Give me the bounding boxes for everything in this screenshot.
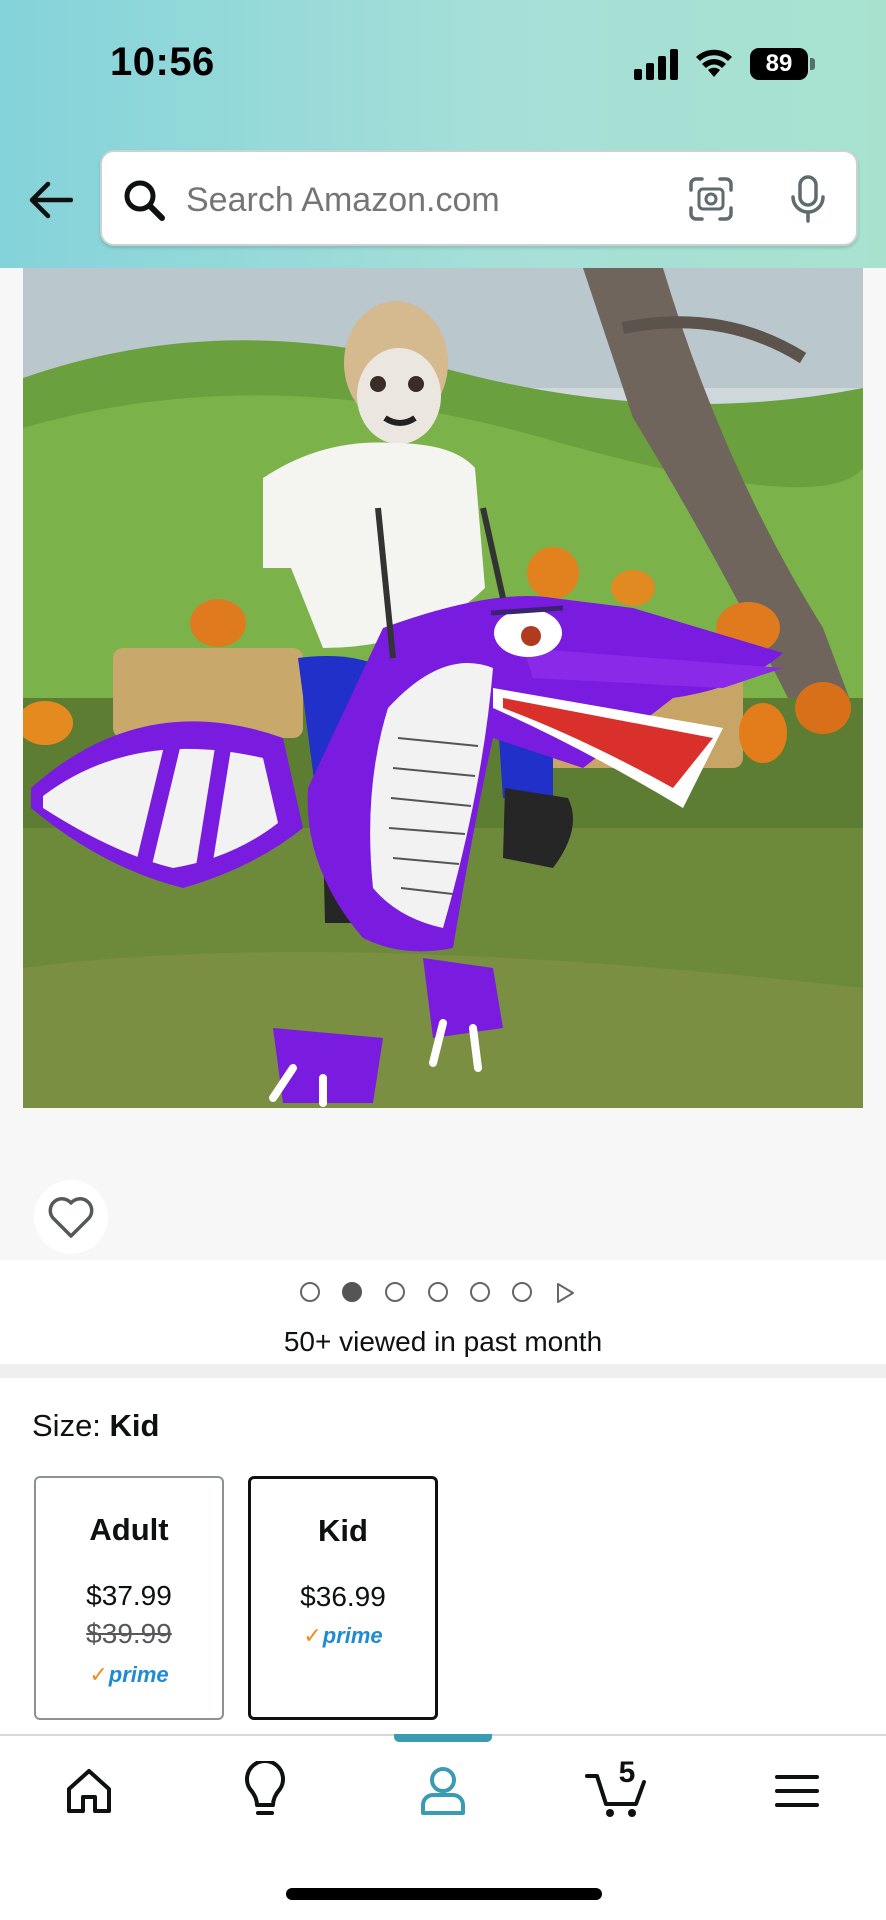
pagination-dot[interactable] bbox=[385, 1282, 405, 1302]
prime-badge: ✓prime bbox=[36, 1662, 222, 1688]
size-option-list-price: $39.99 bbox=[86, 1618, 172, 1649]
pagination-dot[interactable] bbox=[428, 1282, 448, 1302]
size-option-adult[interactable]: Adult $37.99 $39.99 ✓prime bbox=[34, 1476, 224, 1720]
section-divider bbox=[0, 1364, 886, 1378]
status-time: 10:56 bbox=[110, 40, 215, 84]
search-input[interactable] bbox=[186, 178, 656, 222]
wifi-icon bbox=[696, 49, 732, 77]
hamburger-menu-icon bbox=[775, 1775, 819, 1807]
search-box[interactable] bbox=[100, 150, 858, 246]
size-option-kid[interactable]: Kid $36.99 ✓prime bbox=[248, 1476, 438, 1720]
size-selector-label: Size: Kid bbox=[32, 1408, 159, 1444]
heart-icon bbox=[48, 1197, 94, 1238]
home-icon bbox=[67, 1769, 111, 1813]
prime-badge-label: prime bbox=[108, 1662, 169, 1687]
size-option-name: Adult bbox=[89, 1512, 169, 1547]
battery-level: 89 bbox=[750, 48, 808, 80]
cellular-signal-icon bbox=[634, 49, 678, 80]
nav-account[interactable] bbox=[408, 1758, 478, 1824]
cart-count-badge: 5 bbox=[618, 1756, 636, 1789]
size-option-name: Kid bbox=[318, 1513, 368, 1548]
pagination-dot[interactable] bbox=[300, 1282, 320, 1302]
lightbulb-icon bbox=[245, 1761, 285, 1815]
nav-inspire[interactable] bbox=[230, 1758, 300, 1824]
status-bar: 10:56 89 bbox=[0, 0, 886, 130]
pagination-dot-active[interactable] bbox=[342, 1282, 362, 1302]
size-selected-value: Kid bbox=[109, 1408, 160, 1443]
image-pagination bbox=[0, 1278, 886, 1306]
size-label: Size: bbox=[32, 1408, 110, 1443]
back-arrow-icon bbox=[29, 181, 73, 219]
pagination-dot[interactable] bbox=[470, 1282, 490, 1302]
prime-badge: ✓prime bbox=[251, 1623, 435, 1649]
camera-scan-icon[interactable] bbox=[688, 176, 734, 222]
search-icon bbox=[124, 180, 165, 221]
microphone-icon[interactable] bbox=[788, 174, 828, 224]
account-person-icon bbox=[421, 1767, 465, 1815]
size-option-price: $36.99 bbox=[300, 1581, 386, 1612]
home-indicator bbox=[286, 1888, 602, 1900]
product-photo bbox=[23, 268, 863, 1108]
active-tab-indicator bbox=[394, 1734, 492, 1742]
viewed-count-text: 50+ viewed in past month bbox=[283, 1326, 603, 1357]
video-play-icon[interactable] bbox=[554, 1282, 576, 1304]
add-to-wishlist-button[interactable] bbox=[34, 1180, 108, 1254]
pagination-dot[interactable] bbox=[512, 1282, 532, 1302]
nav-menu[interactable] bbox=[762, 1758, 832, 1824]
prime-badge-label: prime bbox=[322, 1623, 383, 1648]
back-button[interactable] bbox=[24, 170, 76, 230]
nav-home[interactable] bbox=[54, 1758, 124, 1824]
battery-tip bbox=[810, 58, 815, 70]
product-image[interactable] bbox=[23, 268, 863, 1108]
prime-check-icon: ✓ bbox=[89, 1662, 108, 1687]
prime-check-icon: ✓ bbox=[303, 1623, 322, 1648]
size-option-price: $37.99 bbox=[86, 1580, 172, 1611]
